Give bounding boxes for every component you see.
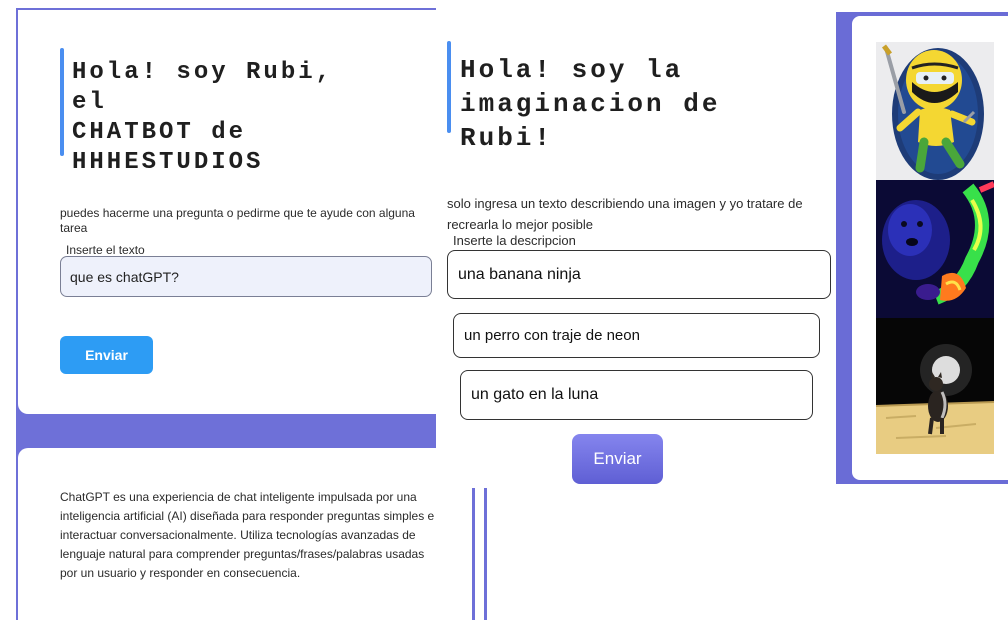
chatbot-input-label: Inserte el texto xyxy=(66,243,145,257)
chatbot-text-input[interactable]: que es chatGPT? xyxy=(60,256,432,297)
description-suggestion[interactable]: un gato en la luna xyxy=(460,370,813,420)
title-accent-bar xyxy=(447,41,451,133)
chatbot-title: Hola! soy Rubi, el CHATBOT de HHHESTUDIO… xyxy=(72,59,334,176)
image-generator-input-label: Inserte la descripcion xyxy=(453,233,576,248)
middle-panel-divider xyxy=(484,486,487,620)
chatbot-send-button[interactable]: Enviar xyxy=(60,336,153,374)
image-description-input[interactable]: una banana ninja xyxy=(447,250,831,299)
neon-dog-image xyxy=(876,180,994,318)
cat-on-moon-image xyxy=(876,318,994,454)
banana-ninja-image xyxy=(876,42,994,180)
title-accent-bar xyxy=(60,48,64,156)
image-generator-title: Hola! soy la imaginacion de Rubi! xyxy=(460,55,721,153)
chatbot-answer-text: ChatGPT es una experiencia de chat intel… xyxy=(60,490,435,580)
middle-panel-divider xyxy=(472,486,475,620)
image-generator-send-button[interactable]: Enviar xyxy=(572,434,663,484)
image-generator-description: solo ingresa un texto describiendo una i… xyxy=(447,196,803,232)
chatbot-description: puedes hacerme una pregunta o pedirme qu… xyxy=(60,206,415,235)
description-suggestion[interactable]: un perro con traje de neon xyxy=(453,313,820,358)
